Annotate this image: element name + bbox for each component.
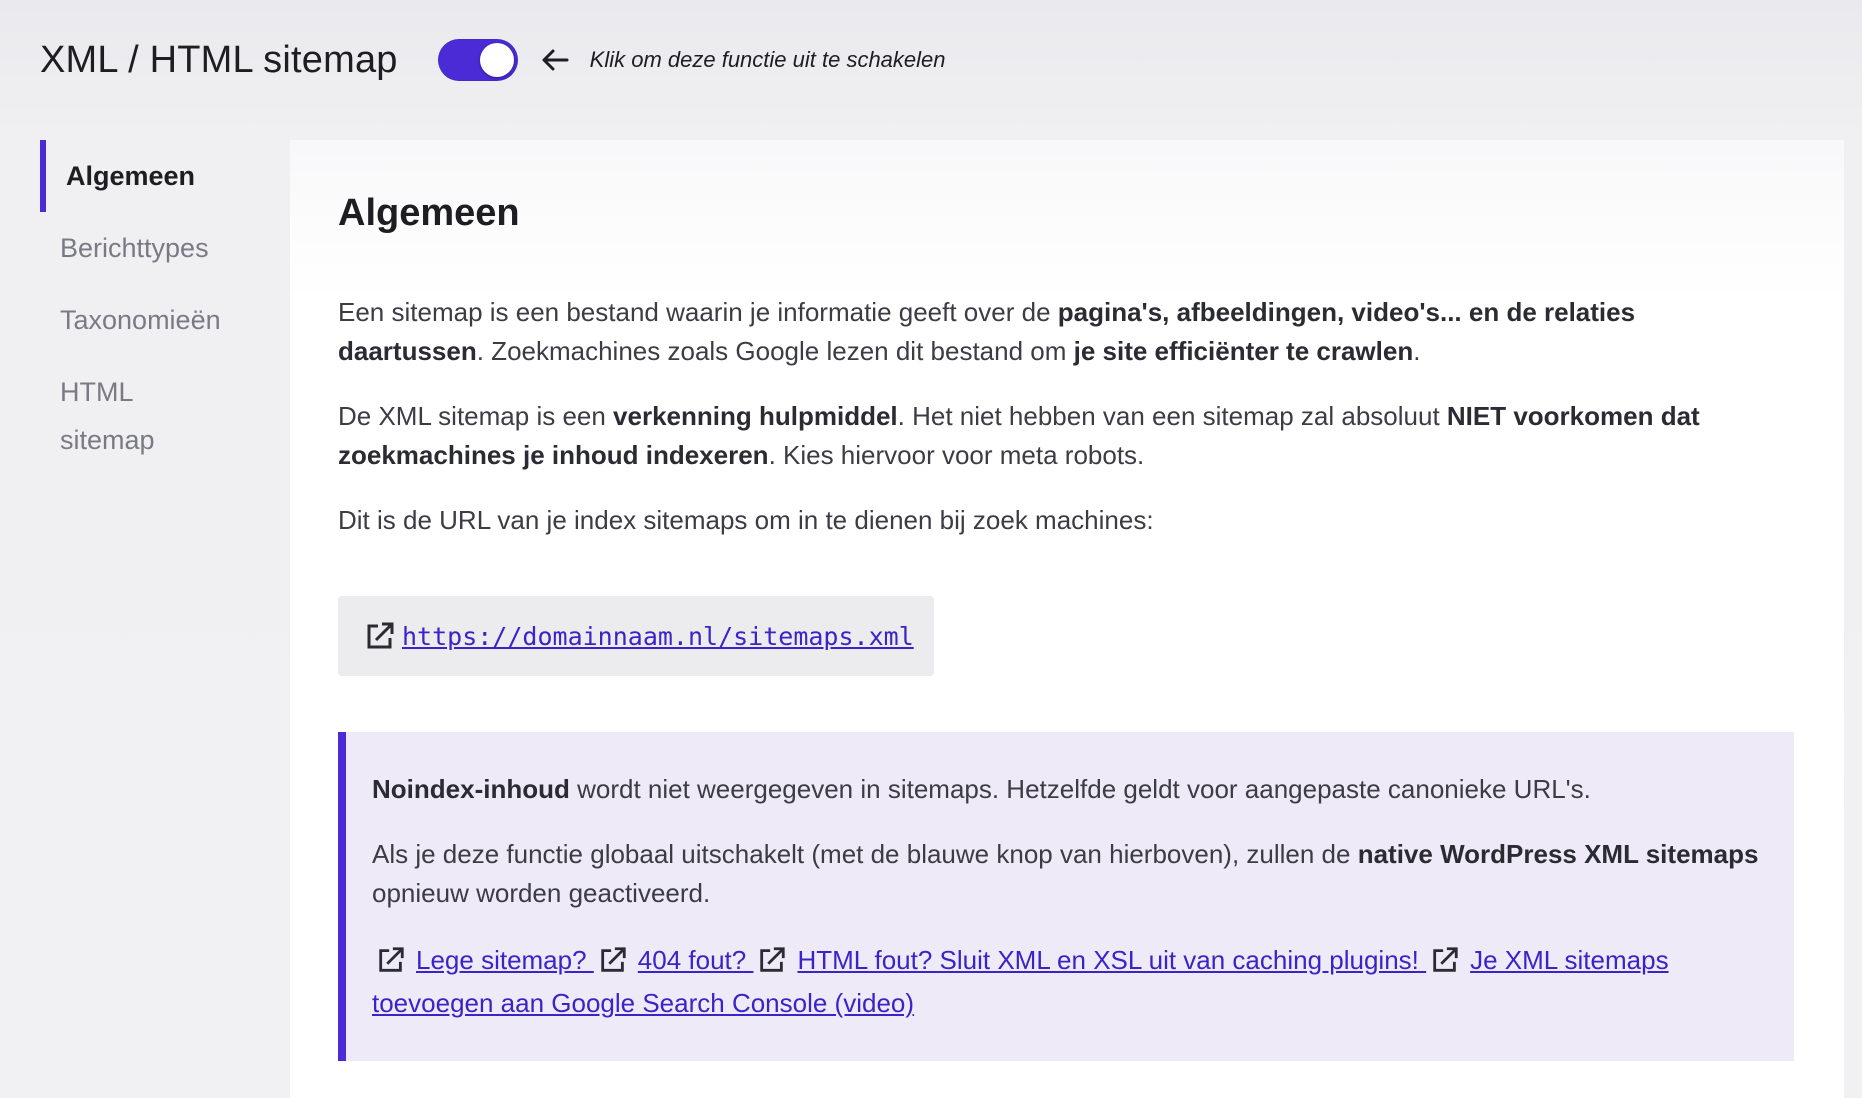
text: wordt niet weergegeven in sitemaps. Hetz… [569, 774, 1591, 804]
main-panel: Algemeen Een sitemap is een bestand waar… [290, 140, 1844, 1098]
bold-text: native WordPress XML sitemaps [1357, 839, 1759, 869]
xml-sitemap-paragraph: De XML sitemap is een verkenning hulpmid… [338, 397, 1742, 475]
external-link-icon [757, 945, 789, 977]
section-heading: Algemeen [338, 192, 520, 234]
url-intro-paragraph: Dit is de URL van je index sitemaps om i… [338, 505, 1154, 535]
feature-toggle[interactable] [437, 39, 518, 81]
help-links: Lege sitemap? 404 fout? HTML fout? Sluit… [372, 939, 1768, 1025]
external-link-icon [376, 945, 408, 977]
sitemap-url-link[interactable]: https://domainnaam.nl/sitemaps.xml [402, 622, 914, 651]
text: opnieuw worden geactiveerd. [372, 878, 711, 908]
external-link-icon [1430, 945, 1462, 977]
external-link-icon [364, 620, 396, 652]
text: . Het niet hebben van een sitemap zal ab… [897, 401, 1447, 431]
sidebar-item-berichttypes[interactable]: Berichttypes [40, 212, 280, 284]
bold-text: Noindex-inhoud [372, 774, 570, 804]
text: De XML sitemap is een [338, 401, 614, 431]
bold-text: verkenning hulpmiddel [613, 401, 898, 431]
toggle-knob [479, 43, 514, 77]
page: XML / HTML sitemap Klik om deze functie … [0, 0, 1862, 1098]
link-html-error[interactable]: HTML fout? Sluit XML en XSL uit van cach… [797, 945, 1426, 975]
external-link-icon [598, 945, 630, 977]
sidebar-item-html-sitemap[interactable]: HTML sitemap [40, 356, 170, 476]
sidebar-item-taxonomieen[interactable]: Taxonomieën [40, 284, 280, 356]
text: Als je deze functie globaal uitschakelt … [372, 839, 1358, 869]
text: . [1413, 336, 1421, 366]
toggle-hint: Klik om deze functie uit te schakelen [589, 47, 946, 72]
noindex-paragraph: Noindex-inhoud wordt niet weergegeven in… [372, 770, 1768, 809]
text: . Zoekmachines zoals Google lezen dit be… [476, 336, 1074, 366]
arrow-left-icon [540, 45, 570, 75]
page-title: XML / HTML sitemap [40, 38, 398, 81]
sidebar: Algemeen Berichttypes Taxonomieën HTML s… [40, 140, 280, 476]
link-empty-sitemap[interactable]: Lege sitemap? [416, 945, 594, 975]
sitemap-url-box: https://domainnaam.nl/sitemaps.xml [338, 596, 934, 676]
intro-paragraph: Een sitemap is een bestand waarin je inf… [338, 293, 1742, 371]
link-404-error[interactable]: 404 fout? [638, 945, 754, 975]
bold-text: je site efficiënter te crawlen [1073, 336, 1414, 366]
info-notice: Noindex-inhoud wordt niet weergegeven in… [338, 732, 1794, 1061]
text: Een sitemap is een bestand waarin je inf… [338, 297, 1058, 327]
header: XML / HTML sitemap Klik om deze functie … [40, 30, 946, 90]
text: . Kies hiervoor voor meta robots. [768, 440, 1145, 470]
disable-paragraph: Als je deze functie globaal uitschakelt … [372, 835, 1768, 913]
sidebar-item-algemeen[interactable]: Algemeen [40, 140, 280, 212]
